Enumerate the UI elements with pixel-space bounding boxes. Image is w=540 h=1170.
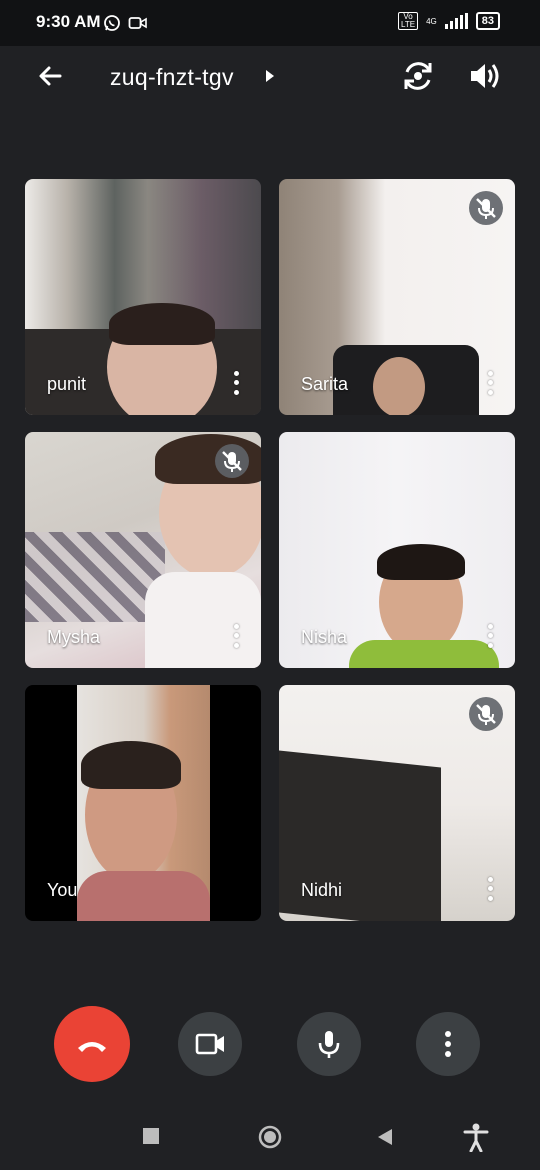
volte-label: Vo LTE [398, 12, 419, 30]
status-time: 9:30 AM [36, 12, 101, 31]
participant-name: You [47, 880, 78, 900]
speaker-volume-icon[interactable] [468, 58, 502, 94]
participant-shirt [349, 640, 499, 668]
participant-name: Mysha [47, 627, 101, 647]
accessibility-icon[interactable] [462, 1122, 490, 1152]
switch-camera-icon[interactable] [400, 58, 436, 94]
microphone-toggle-button[interactable] [297, 1012, 361, 1076]
video-feed [25, 532, 165, 622]
participant-tile[interactable]: punit [25, 179, 261, 415]
more-options-icon [445, 1031, 451, 1057]
camera-toggle-button[interactable] [178, 1012, 242, 1076]
network-label: 4G [426, 16, 437, 26]
call-controls [0, 1000, 540, 1088]
participant-tile[interactable]: You [25, 685, 261, 921]
tile-more-options-icon[interactable] [483, 622, 497, 650]
home-circle-icon[interactable] [257, 1124, 283, 1150]
whatsapp-icon [104, 15, 120, 31]
video-record-icon [128, 17, 147, 29]
tile-more-options-icon[interactable] [483, 369, 497, 397]
tile-more-options-icon[interactable] [483, 875, 497, 903]
mic-muted-icon [469, 191, 503, 225]
participant-hair [109, 303, 215, 345]
end-call-button[interactable] [54, 1006, 130, 1082]
participant-name: Sarita [301, 374, 349, 394]
battery-indicator: 83 [475, 12, 500, 30]
system-navbar [0, 1100, 540, 1170]
participant-shirt [77, 871, 210, 921]
back-arrow-icon[interactable] [34, 60, 66, 92]
microphone-icon [318, 1031, 340, 1058]
participant-tile[interactable]: Nidhi [279, 685, 515, 921]
camera-icon [195, 1033, 224, 1055]
status-icons: Vo LTE 4G 83 [398, 12, 500, 30]
tile-more-options-icon[interactable] [229, 369, 243, 397]
participant-tile[interactable]: Sarita [279, 179, 515, 415]
participant-shirt [145, 572, 261, 668]
mic-muted-icon [215, 444, 249, 478]
participant-name: punit [47, 374, 87, 394]
more-options-button[interactable] [416, 1012, 480, 1076]
participant-name: Nidhi [301, 880, 343, 900]
recents-square-icon[interactable] [141, 1126, 161, 1146]
caret-right-icon[interactable] [266, 70, 274, 82]
participant-hair [377, 544, 465, 580]
meeting-header: zuq-fnzt-tgv [0, 46, 540, 112]
status-bar: 9:30 AM Vo LTE 4G 83 [0, 0, 540, 46]
end-call-icon [78, 1042, 106, 1052]
participant-tile[interactable]: Mysha [25, 432, 261, 668]
back-triangle-icon[interactable] [374, 1126, 396, 1148]
participant-hair [81, 741, 181, 789]
participant-face [373, 357, 425, 415]
signal-icon [444, 13, 468, 29]
meeting-code[interactable]: zuq-fnzt-tgv [110, 64, 234, 91]
mic-muted-icon [469, 697, 503, 731]
tile-more-options-icon[interactable] [229, 622, 243, 650]
participant-name: Nisha [301, 627, 348, 647]
participant-tile[interactable]: Nisha [279, 432, 515, 668]
